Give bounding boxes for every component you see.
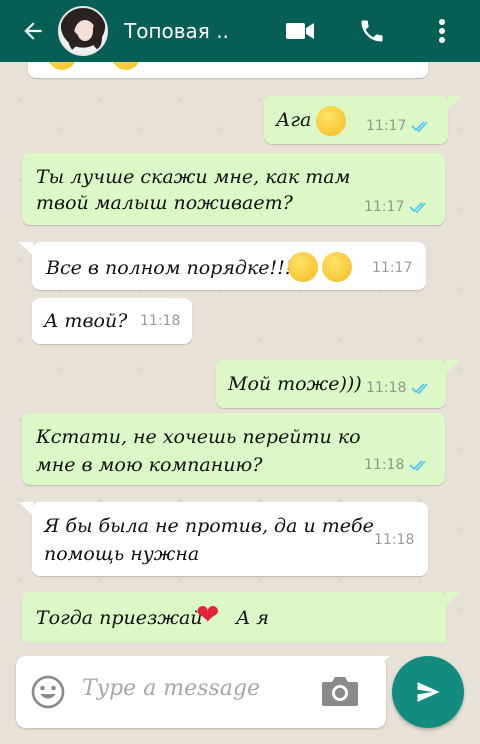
emoji-picker-icon[interactable] — [30, 674, 66, 710]
message-bubble-incoming[interactable]: Я бы была не против, да и тебе помощь ну… — [32, 502, 428, 576]
message-bubble-outgoing[interactable]: Кстати, не хочешь перейти ко мне в мою к… — [22, 413, 445, 485]
message-meta: 11:18 — [374, 532, 414, 548]
video-call-icon — [286, 23, 314, 39]
message-bubble-outgoing[interactable]: Ты лучше скажи мне, как там твой малыш п… — [22, 153, 445, 225]
read-receipt-icon — [411, 121, 428, 132]
blush-emoji-icon — [322, 252, 352, 282]
bubble-tail — [19, 502, 33, 516]
input-tail — [372, 656, 390, 672]
message-time: 11:18 — [364, 457, 405, 473]
bubble-tail — [448, 96, 462, 110]
more-options-button[interactable] — [418, 0, 466, 62]
message-text: Мой тоже))) — [228, 373, 362, 395]
message-bubble-incoming[interactable]: А твой? 11:18 — [32, 298, 192, 344]
message-text: Ага — [276, 109, 312, 131]
message-text-after: А я — [236, 607, 270, 629]
message-text: Тогда приезжай — [36, 607, 203, 629]
message-time: 11:17 — [372, 260, 413, 276]
message-bubble-incoming[interactable]: Все в полном порядке!!! 11:17 — [32, 242, 426, 290]
message-time: 11:17 — [364, 199, 405, 215]
message-time: 11:18 — [374, 532, 415, 548]
more-vert-icon — [439, 19, 445, 43]
message-meta: 11:18 — [364, 457, 429, 473]
message-text: Все в полном порядке!!! — [46, 257, 293, 279]
read-receipt-icon — [411, 383, 428, 394]
contact-name[interactable]: Топовая .. — [124, 19, 264, 43]
message-text: А твой? — [44, 310, 128, 332]
bubble-tail — [19, 242, 33, 256]
message-time: 11:18 — [140, 313, 181, 329]
message-meta: 11:18 — [366, 380, 431, 396]
phone-icon — [361, 20, 383, 42]
send-button[interactable] — [392, 656, 464, 728]
message-meta: 11:17 — [366, 118, 431, 134]
message-meta: 11:17 — [372, 260, 412, 276]
read-receipt-icon — [409, 460, 426, 471]
bubble-tail — [446, 592, 460, 606]
chat-header: Топовая .. — [0, 0, 480, 62]
contact-avatar[interactable] — [58, 6, 108, 56]
message-text-line1: Ты лучше скажи мне, как там — [36, 166, 351, 188]
message-bubble-outgoing[interactable]: Ага 11:17 — [264, 96, 448, 144]
smirk-emoji-icon — [316, 106, 346, 136]
message-time: 11:17 — [366, 118, 407, 134]
camera-icon[interactable] — [320, 674, 360, 708]
message-text-line2: мне в мою компанию? — [36, 454, 263, 476]
message-bubble-outgoing[interactable]: Тогда приезжай ❤ А я — [22, 592, 446, 642]
grin-emoji-icon — [288, 252, 318, 282]
message-text-line2: твой малыш поживает? — [36, 192, 293, 214]
message-bubble-outgoing[interactable]: Мой тоже))) 11:18 — [216, 360, 446, 408]
red-heart-emoji-icon: ❤ — [196, 598, 220, 631]
message-text-line2: помощь нужна — [44, 543, 200, 565]
read-receipt-icon — [409, 202, 426, 213]
message-time: 11:18 — [366, 380, 407, 396]
back-button[interactable] — [6, 0, 60, 62]
message-text-line1: Кстати, не хочешь перейти ко — [36, 426, 361, 448]
message-meta: 11:18 — [140, 313, 180, 329]
message-input[interactable]: Type a message — [82, 676, 260, 701]
send-icon — [417, 682, 440, 702]
bubble-tail — [446, 360, 460, 374]
back-arrow-icon — [24, 22, 42, 40]
message-input-container[interactable]: Type a message — [16, 656, 386, 728]
voice-call-button[interactable] — [348, 0, 396, 62]
message-text-line1: Я бы была не против, да и тебе — [44, 515, 374, 537]
message-meta: 11:17 — [364, 199, 429, 215]
video-call-button[interactable] — [276, 0, 324, 62]
